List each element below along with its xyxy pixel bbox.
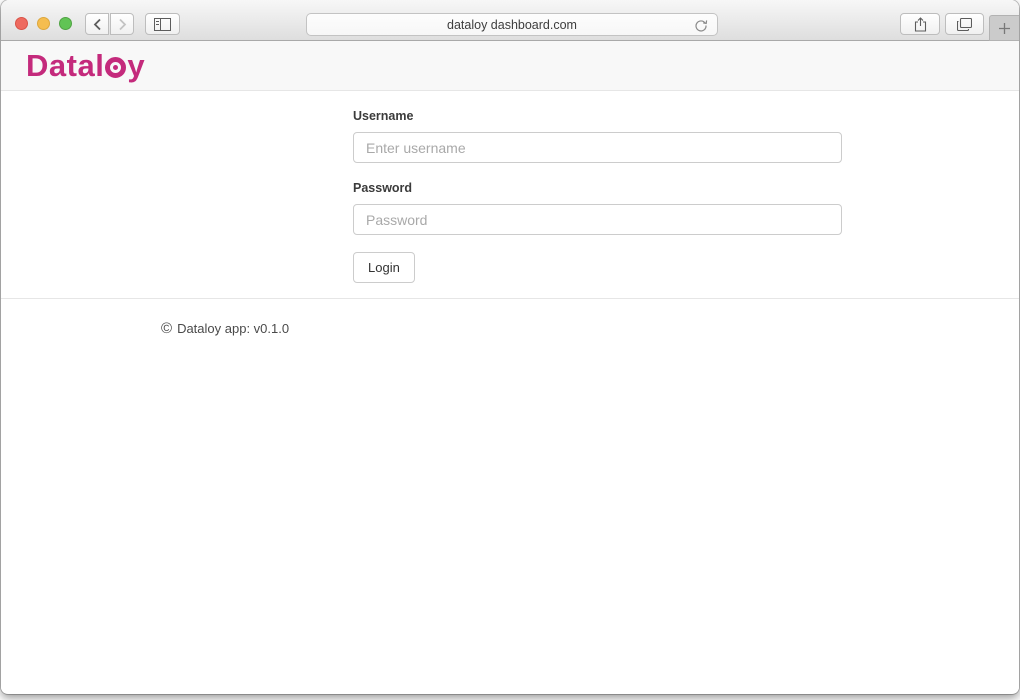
logo-o-icon [105, 57, 126, 78]
browser-window: dataloy dashboard.com [1, 0, 1019, 694]
copyright-icon: © [161, 320, 172, 337]
url-text[interactable]: dataloy dashboard.com [447, 18, 577, 32]
login-form: Username Password Login [1, 91, 842, 283]
sidebar-icon [154, 18, 171, 31]
site-header: Dataly [1, 41, 1019, 91]
app-version-text: Dataloy app: v0.1.0 [177, 321, 289, 336]
reload-icon [694, 18, 708, 33]
sidebar-toggle-button[interactable] [145, 13, 180, 35]
site-footer: © Dataloy app: v0.1.0 [1, 299, 1019, 337]
share-button[interactable] [900, 13, 940, 35]
address-bar[interactable]: dataloy dashboard.com [306, 13, 718, 36]
login-button[interactable]: Login [353, 252, 415, 283]
logo-text-before: Datal [26, 48, 104, 84]
share-icon [914, 17, 927, 32]
maximize-window-button[interactable] [59, 17, 72, 30]
password-label: Password [353, 181, 842, 195]
tabs-icon [957, 18, 972, 31]
minimize-window-button[interactable] [37, 17, 50, 30]
forward-button[interactable] [110, 13, 134, 35]
back-icon [93, 18, 102, 31]
username-input[interactable] [353, 132, 842, 163]
window-controls [15, 17, 72, 30]
dataloy-logo: Dataly [26, 48, 145, 84]
forward-icon [118, 18, 127, 31]
reload-button[interactable] [694, 18, 708, 33]
browser-toolbar: dataloy dashboard.com [1, 0, 1019, 41]
show-all-tabs-button[interactable] [945, 13, 984, 35]
username-label: Username [353, 109, 842, 123]
new-tab-button[interactable] [989, 15, 1019, 41]
logo-text-after: y [127, 48, 145, 84]
page-content: Dataly Username Password Login © Dataloy… [1, 41, 1019, 693]
back-button[interactable] [85, 13, 109, 35]
password-input[interactable] [353, 204, 842, 235]
close-window-button[interactable] [15, 17, 28, 30]
new-tab-icon [998, 22, 1011, 35]
